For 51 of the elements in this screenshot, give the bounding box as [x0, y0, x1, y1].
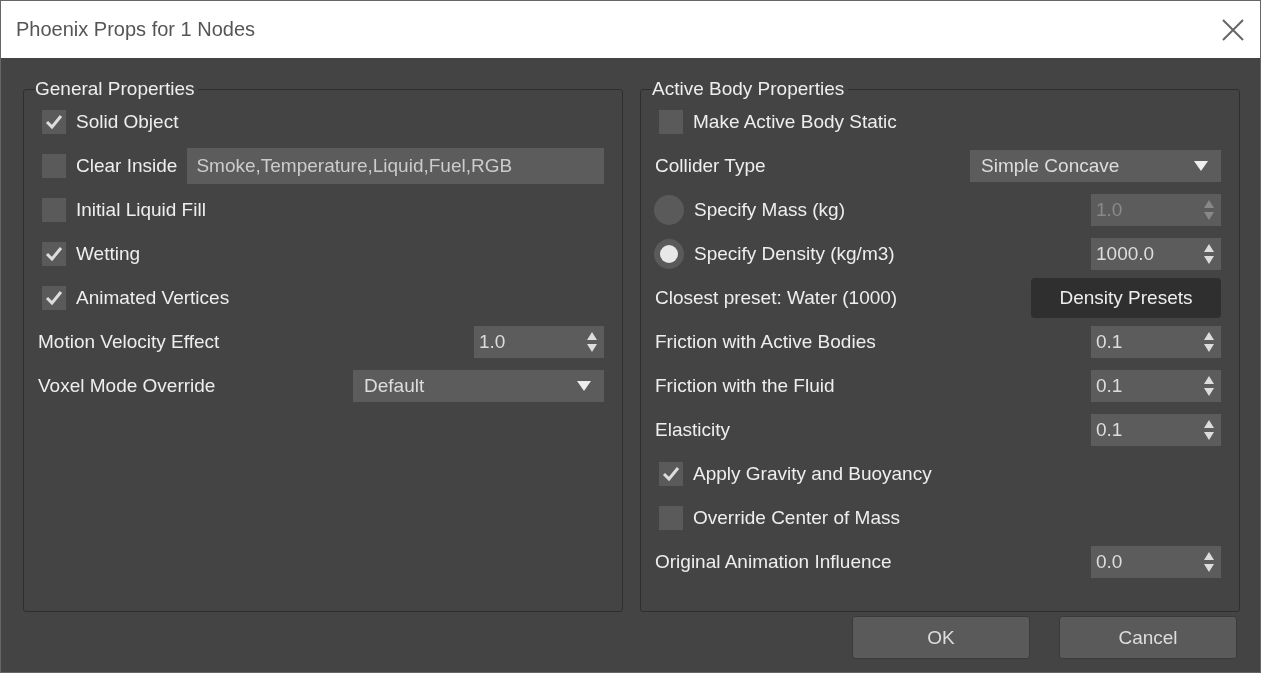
checkmark-icon — [662, 466, 680, 482]
checkmark-icon — [45, 114, 63, 130]
checkbox-label: Clear Inside — [76, 155, 178, 177]
field-label: Original Animation Influence — [655, 551, 892, 573]
checkbox-label: Animated Vertices — [76, 287, 230, 309]
checkbox-label: Solid Object — [76, 111, 179, 133]
spinner-field[interactable]: 0.1 — [1091, 370, 1221, 402]
spinner-arrows-icon[interactable] — [1203, 331, 1215, 353]
spinner-arrows-icon[interactable] — [1203, 375, 1215, 397]
preset-text: Closest preset: Water (1000) — [655, 287, 898, 309]
checkbox-label: Apply Gravity and Buoyancy — [693, 463, 932, 485]
window-title: Phoenix Props for 1 Nodes — [16, 18, 256, 41]
checkbox[interactable] — [42, 286, 66, 310]
caret-icon — [1193, 160, 1209, 172]
spinner-field[interactable]: 1.0 — [474, 326, 604, 358]
spinner-field[interactable]: 0.0 — [1091, 546, 1221, 578]
field-label: Friction with the Fluid — [655, 375, 835, 397]
panel-title: Active Body Properties — [652, 78, 846, 100]
field-label: Motion Velocity Effect — [38, 331, 220, 353]
dropdown[interactable]: Simple Concave — [970, 150, 1221, 182]
channels-field[interactable]: Smoke,Temperature,Liquid,Fuel,RGB — [187, 148, 604, 184]
spinner-field[interactable]: 1000.0 — [1091, 238, 1221, 270]
caret-icon — [576, 380, 592, 392]
checkbox-label: Override Center of Mass — [693, 507, 900, 529]
field-label: Elasticity — [655, 419, 730, 441]
checkbox-label: Initial Liquid Fill — [76, 199, 206, 221]
spinner-field[interactable]: 0.1 — [1091, 326, 1221, 358]
spinner-arrows-icon[interactable] — [1203, 419, 1215, 441]
field-label: Voxel Mode Override — [38, 375, 216, 397]
spinner-arrows-icon[interactable] — [1203, 243, 1215, 265]
spinner-arrows-icon[interactable] — [1203, 551, 1215, 573]
panel-title: General Properties — [35, 78, 196, 100]
radio-label: Specify Density (kg/m3) — [694, 243, 895, 265]
spinner-arrows-icon[interactable] — [586, 331, 598, 353]
checkmark-icon — [45, 290, 63, 306]
checkbox[interactable] — [42, 110, 66, 134]
field-label: Friction with Active Bodies — [655, 331, 876, 353]
close-icon — [1222, 18, 1244, 41]
checkbox[interactable] — [42, 242, 66, 266]
checkbox[interactable] — [659, 462, 683, 486]
checkbox-label: Wetting — [76, 243, 141, 265]
spinner-field[interactable]: 0.1 — [1091, 414, 1221, 446]
dialog-button[interactable]: Cancel — [1059, 616, 1237, 659]
radio-label: Specify Mass (kg) — [694, 199, 845, 221]
checkbox-label: Make Active Body Static — [693, 111, 897, 133]
dialog-button[interactable]: OK — [852, 616, 1030, 659]
density-presets-button[interactable]: Density Presets — [1031, 278, 1221, 318]
checkmark-icon — [45, 246, 63, 262]
field-label: Collider Type — [655, 155, 766, 177]
radio-button[interactable] — [654, 239, 684, 269]
dropdown[interactable]: Default — [353, 370, 604, 402]
